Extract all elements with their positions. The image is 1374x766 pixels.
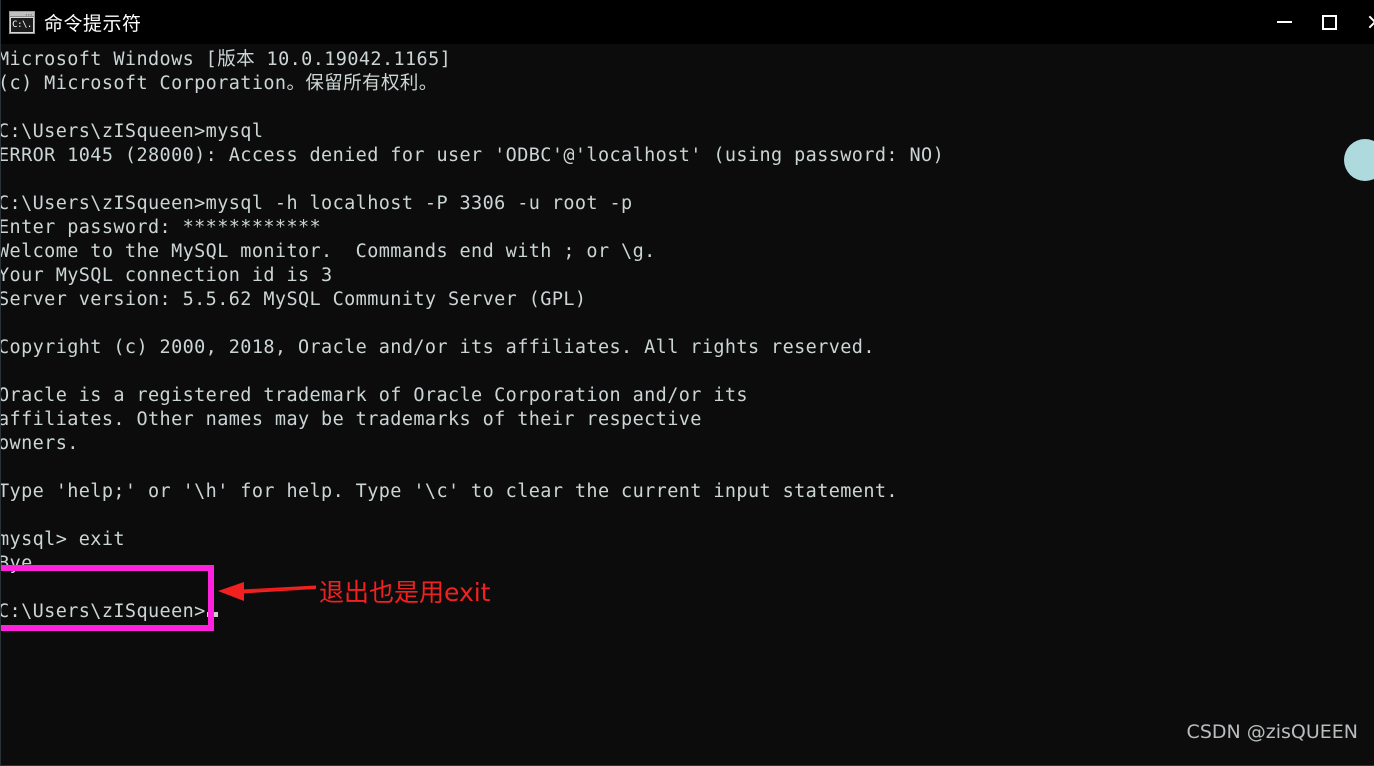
close-icon (1367, 14, 1374, 30)
maximize-icon (1322, 14, 1337, 30)
minimize-icon (1277, 21, 1292, 23)
window-title: 命令提示符 (44, 12, 142, 35)
minimize-button[interactable] (1262, 0, 1307, 44)
cmd-prompt-icon: ▪▪▪ C:\. (9, 10, 35, 34)
watermark-label: CSDN @zisQUEEN (1186, 721, 1358, 743)
terminal-output: Microsoft Windows [版本 10.0.19042.1165] (… (0, 49, 945, 622)
icon-dots: ▪▪▪ (25, 11, 33, 17)
terminal-console[interactable]: Microsoft Windows [版本 10.0.19042.1165] (… (0, 44, 1374, 766)
arrow-annotation: 退出也是用exit (218, 578, 518, 618)
terminal-cursor (206, 612, 218, 617)
close-button[interactable] (1352, 0, 1374, 44)
titlebar-left-group: ▪▪▪ C:\. 命令提示符 (0, 0, 142, 44)
annotation-note: 退出也是用exit (319, 578, 491, 607)
terminal-prompt: C:\Users\zISqueen> (0, 601, 206, 622)
icon-title-strip: ▪▪▪ (10, 11, 34, 17)
cyan-circle-decoration (1344, 139, 1374, 181)
cmd-window: ▪▪▪ C:\. 命令提示符 Microsoft Windows [版本 10.… (0, 0, 1374, 766)
maximize-button[interactable] (1307, 0, 1352, 44)
window-titlebar[interactable]: ▪▪▪ C:\. 命令提示符 (0, 0, 1374, 44)
icon-prompt-text: C:\. (11, 17, 33, 32)
